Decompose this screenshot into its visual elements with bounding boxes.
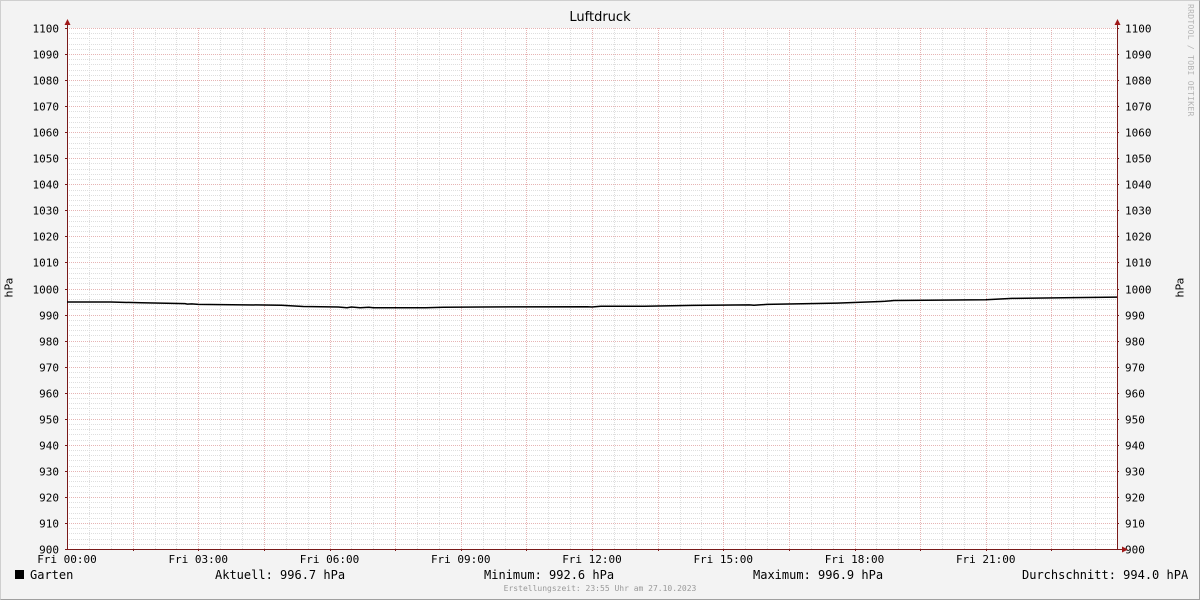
y-tick-label-left: 1000 <box>33 284 60 297</box>
y-tick-label-left: 1080 <box>33 75 60 88</box>
x-tick-label: Fri 06:00 <box>300 553 360 566</box>
creation-timestamp: Erstellungszeit: 23:55 Uhr am 27.10.2023 <box>503 584 697 593</box>
y-tick-label-left: 980 <box>39 336 59 349</box>
legend: Garten Aktuell: 996.7 hPa Minimum: 992.6… <box>0 568 1200 584</box>
y-tick-label-left: 1050 <box>33 153 60 166</box>
y-tick-label-left: 990 <box>39 310 59 323</box>
y-tick-label-right: 990 <box>1125 310 1145 323</box>
y-tick-label-left: 970 <box>39 362 59 375</box>
y-tick-label-right: 940 <box>1125 440 1145 453</box>
y-tick-label-left: 930 <box>39 466 59 479</box>
y-tick-label-right: 900 <box>1125 544 1145 557</box>
legend-minimum: Minimum: 992.6 hPa <box>484 568 615 582</box>
y-tick-label-left: 1030 <box>33 205 60 218</box>
x-tick-label: Fri 18:00 <box>825 553 885 566</box>
y-tick-label-left: 1090 <box>33 49 60 62</box>
y-tick-label-left: 1060 <box>33 127 60 140</box>
y-tick-label-right: 930 <box>1125 466 1145 479</box>
x-tick-label: Fri 15:00 <box>693 553 753 566</box>
chart-title: Luftdruck <box>569 10 631 25</box>
y-tick-label-left: 1020 <box>33 231 60 244</box>
y-tick-label-left: 950 <box>39 414 59 427</box>
x-tick-label: Fri 00:00 <box>37 553 97 566</box>
y-tick-label-right: 1080 <box>1125 75 1152 88</box>
y-tick-label-right: 1030 <box>1125 205 1152 218</box>
y-tick-label-left: 960 <box>39 388 59 401</box>
y-tick-label-right: 1060 <box>1125 127 1152 140</box>
rrdtool-watermark: RRDTOOL / TOBI OETIKER <box>1186 4 1195 117</box>
y-tick-label-right: 1000 <box>1125 284 1152 297</box>
y-axis-label-right: hPa <box>1173 277 1187 298</box>
y-tick-label-right: 920 <box>1125 492 1145 505</box>
legend-swatch-garten <box>15 570 24 579</box>
y-tick-label-left: 940 <box>39 440 59 453</box>
y-tick-label-right: 970 <box>1125 362 1145 375</box>
y-tick-label-right: 1020 <box>1125 231 1152 244</box>
x-tick-label: Fri 09:00 <box>431 553 491 566</box>
legend-series-label: Garten <box>30 568 74 582</box>
y-tick-label-right: 910 <box>1125 518 1145 531</box>
x-tick-label: Fri 03:00 <box>168 553 228 566</box>
pressure-chart: 900 900910 910920 920930 930940 940950 950960 9… <box>33 19 1152 566</box>
x-tick-label: Fri 21:00 <box>956 553 1016 566</box>
y-tick-label-right: 1070 <box>1125 101 1152 114</box>
y-tick-label-left: 1070 <box>33 101 60 114</box>
legend-average: Durchschnitt: 994.0 hPA <box>1022 568 1189 582</box>
y-tick-label-right: 980 <box>1125 336 1145 349</box>
y-tick-label-right: 1050 <box>1125 153 1152 166</box>
y-axis-label-left: hPa <box>2 277 16 298</box>
y-tick-label-left: 910 <box>39 518 59 531</box>
y-tick-label-left: 1010 <box>33 257 60 270</box>
y-tick-label-left: 1040 <box>33 179 60 192</box>
legend-current: Aktuell: 996.7 hPa <box>215 568 346 582</box>
legend-maximum: Maximum: 996.9 hPa <box>753 568 884 582</box>
y-tick-label-right: 960 <box>1125 388 1145 401</box>
x-tick-label: Fri 12:00 <box>562 553 622 566</box>
y-tick-label-right: 1090 <box>1125 49 1152 62</box>
y-tick-label-right: 1040 <box>1125 179 1152 192</box>
y-tick-label-right: 1010 <box>1125 257 1152 270</box>
y-tick-label-left: 920 <box>39 492 59 505</box>
y-tick-label-right: 950 <box>1125 414 1145 427</box>
